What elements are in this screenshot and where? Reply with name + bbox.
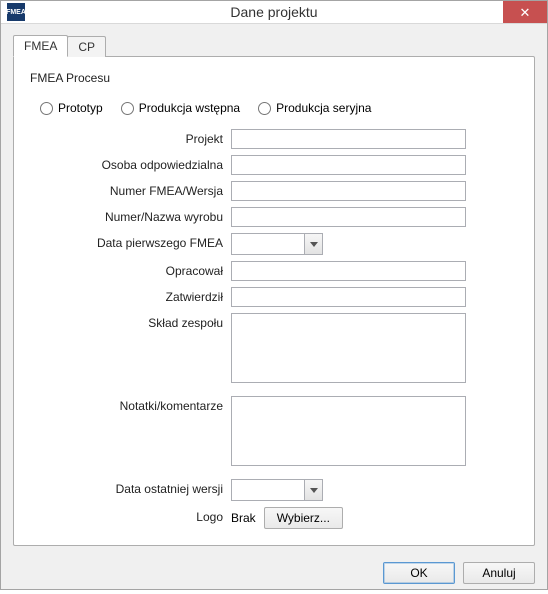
textarea-notatki[interactable] [231,396,466,466]
chevron-down-icon [310,488,318,493]
label-data-ostatniej: Data ostatniej wersji [66,479,231,496]
date-first-fmea[interactable] [231,233,323,255]
choose-logo-button[interactable]: Wybierz... [264,507,343,529]
radio-produkcja-seryjna-label: Produkcja seryjna [276,101,371,115]
radio-prototyp-input[interactable] [40,102,53,115]
radio-prototyp[interactable]: Prototyp [40,101,103,115]
label-projekt: Projekt [66,129,231,146]
tabpanel-fmea: FMEA Procesu Prototyp Produkcja wstępna … [13,56,535,546]
radio-produkcja-seryjna[interactable]: Produkcja seryjna [258,101,371,115]
tabstrip: FMEA CP [13,34,535,56]
label-numer-wyrobu: Numer/Nazwa wyrobu [66,207,231,224]
form: Projekt Osoba odpowiedzialna Numer FMEA/… [30,129,518,529]
label-zatwierdzil: Zatwierdził [66,287,231,304]
date-first-fmea-input[interactable] [232,234,304,254]
window-title: Dane projektu [1,4,547,20]
date-last-version[interactable] [231,479,323,501]
titlebar: FMEA Dane projektu ✕ [1,1,547,24]
radio-produkcja-seryjna-input[interactable] [258,102,271,115]
input-numer-fmea[interactable] [231,181,466,201]
chevron-down-icon [310,242,318,247]
label-data-pierwszego: Data pierwszego FMEA [66,233,231,250]
client-area: FMEA CP FMEA Procesu Prototyp Produkcja … [1,24,547,554]
close-icon: ✕ [520,6,531,19]
dialog-buttons: OK Anuluj [1,554,547,594]
label-sklad: Skład zespołu [66,313,231,330]
input-zatwierdzil[interactable] [231,287,466,307]
radio-produkcja-wstepna[interactable]: Produkcja wstępna [121,101,240,115]
input-numer-wyrobu[interactable] [231,207,466,227]
input-opracowal[interactable] [231,261,466,281]
ok-button[interactable]: OK [383,562,455,584]
date-last-version-input[interactable] [232,480,304,500]
date-last-version-dropdown[interactable] [304,480,322,500]
radio-produkcja-wstepna-input[interactable] [121,102,134,115]
label-opracowal: Opracował [66,261,231,278]
radio-produkcja-wstepna-label: Produkcja wstępna [139,101,240,115]
date-first-fmea-dropdown[interactable] [304,234,322,254]
input-osoba[interactable] [231,155,466,175]
dialog-window: FMEA Dane projektu ✕ FMEA CP FMEA Proces… [0,0,548,590]
cancel-button[interactable]: Anuluj [463,562,535,584]
tab-cp[interactable]: CP [67,36,106,57]
label-notatki: Notatki/komentarze [66,396,231,413]
textarea-sklad[interactable] [231,313,466,383]
input-projekt[interactable] [231,129,466,149]
app-icon: FMEA [7,3,25,21]
close-button[interactable]: ✕ [503,1,547,23]
label-numer-fmea: Numer FMEA/Wersja [66,181,231,198]
tab-fmea[interactable]: FMEA [13,35,68,57]
section-title: FMEA Procesu [30,71,518,85]
radio-prototyp-label: Prototyp [58,101,103,115]
label-logo: Logo [66,507,231,524]
radio-group-production-type: Prototyp Produkcja wstępna Produkcja ser… [40,101,518,115]
logo-status: Brak [231,511,256,525]
label-osoba: Osoba odpowiedzialna [66,155,231,172]
